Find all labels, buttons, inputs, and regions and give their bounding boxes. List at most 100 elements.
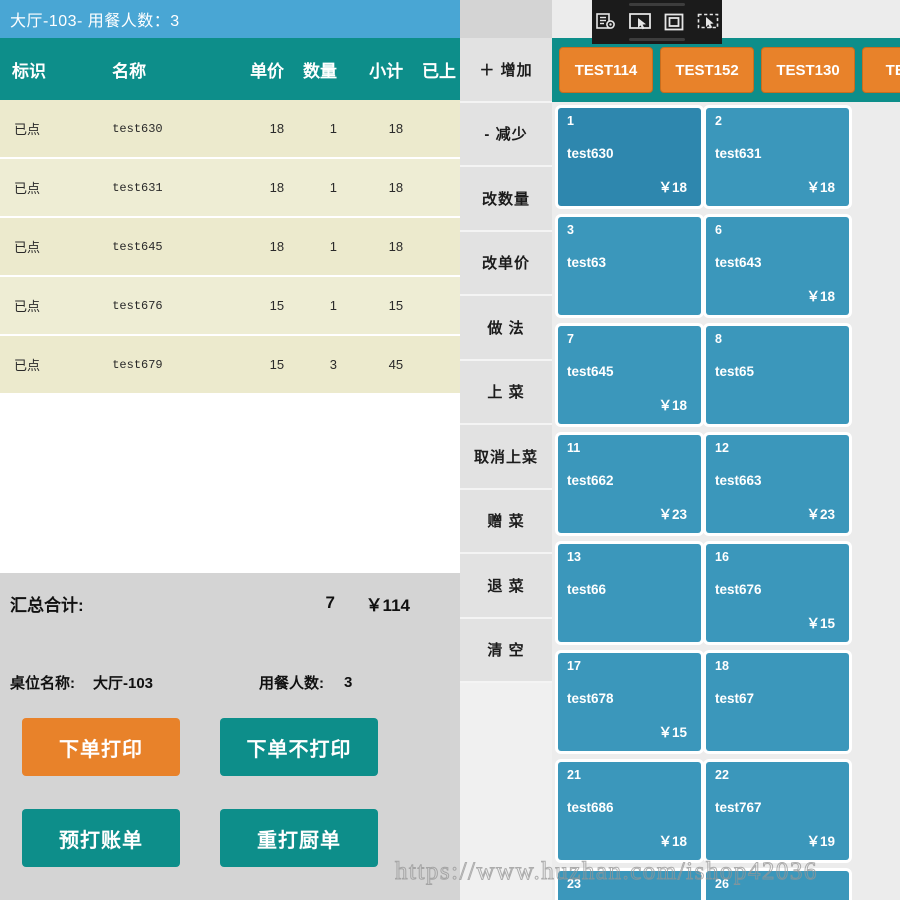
window-title-bar: 大厅-103- 用餐人数：3 xyxy=(0,0,460,38)
capture-region-icon[interactable] xyxy=(627,10,653,34)
op-button-5[interactable]: 上 菜 xyxy=(460,360,552,425)
dish-name: test66 xyxy=(567,582,607,597)
dish-name: test645 xyxy=(567,364,614,379)
dish-card[interactable]: 3 test63 xyxy=(558,217,701,315)
dish-number: 23 xyxy=(567,877,581,891)
op-button-7[interactable]: 赠 菜 xyxy=(460,489,552,554)
column-header-price: 单价 xyxy=(250,61,285,81)
table-row[interactable]: 已点 test676 15 1 15 xyxy=(0,277,460,336)
capture-window-icon[interactable] xyxy=(661,10,687,34)
order-print-button[interactable]: 下单打印 xyxy=(22,718,180,776)
dish-price: ￥23 xyxy=(658,507,687,522)
op-button-2[interactable]: 改数量 xyxy=(460,167,552,232)
dish-name: test662 xyxy=(567,473,614,488)
op-button-4[interactable]: 做 法 xyxy=(460,296,552,361)
cell-status: 已点 xyxy=(14,358,41,373)
dish-name: test686 xyxy=(567,800,614,815)
order-no-print-button[interactable]: 下单不打印 xyxy=(220,718,378,776)
cell-qty: 1 xyxy=(329,121,337,136)
summary-total-row: 汇总合计: 7 ￥114 xyxy=(0,583,460,623)
op-button-3[interactable]: 改单价 xyxy=(460,231,552,296)
cell-name: test679 xyxy=(112,357,163,372)
table-row[interactable]: 已点 test645 18 1 18 xyxy=(0,218,460,277)
dish-card[interactable]: 13 test66 xyxy=(558,544,701,642)
dish-card[interactable]: 6 test643 ￥18 xyxy=(706,217,849,315)
dish-number: 1 xyxy=(567,114,574,128)
op-button-8[interactable]: 退 菜 xyxy=(460,554,552,619)
category-tab-3[interactable]: TEST1 xyxy=(862,47,900,93)
cell-price: 15 xyxy=(269,298,285,313)
table-row[interactable]: 已点 test630 18 1 18 xyxy=(0,100,460,159)
pre-bill-button[interactable]: 预打账单 xyxy=(22,809,180,867)
dish-number: 21 xyxy=(567,768,581,782)
action-buttons-row-2: 预打账单 重打厨单 xyxy=(0,809,460,867)
cell-subtotal: 18 xyxy=(388,121,404,136)
cell-subtotal: 45 xyxy=(388,357,404,372)
column-header-status: 标识 xyxy=(12,61,46,81)
left-panel: 大厅-103- 用餐人数：3 标识 名称 单价 数量 小计 已上 已点 test6… xyxy=(0,0,460,900)
dish-price: ￥15 xyxy=(658,725,687,740)
pos-order-screen: 大厅-103- 用餐人数：3 标识 名称 单价 数量 小计 已上 已点 test6… xyxy=(0,0,900,900)
category-tab-2[interactable]: TEST130 xyxy=(761,47,855,93)
dish-price: ￥15 xyxy=(806,616,835,631)
dish-name: test678 xyxy=(567,691,614,706)
dish-number: 16 xyxy=(715,550,729,564)
dish-card[interactable]: 26test608￥23 xyxy=(706,871,849,900)
menu-panel: TEST114TEST152TEST130TEST1 1 test630 ￥18 2 t… xyxy=(552,0,900,900)
op-button-6[interactable]: 取消上菜 xyxy=(460,425,552,490)
dish-card[interactable]: 16 test676 ￥15 xyxy=(706,544,849,642)
dish-card[interactable]: 22 test767 ￥19 xyxy=(706,762,849,860)
dish-card[interactable]: 21 test686 ￥18 xyxy=(558,762,701,860)
dish-card[interactable]: 12 test663 ￥23 xyxy=(706,435,849,533)
cell-name: test645 xyxy=(112,239,163,254)
action-buttons: 下单打印 下单不打印 预打账单 重打厨单 xyxy=(0,718,460,900)
dish-number: 22 xyxy=(715,768,729,782)
column-header-qty: 数量 xyxy=(302,61,337,81)
dish-number: 8 xyxy=(715,332,722,346)
dish-name: test63 xyxy=(567,255,607,270)
capture-scroll-icon[interactable] xyxy=(695,10,721,34)
table-row[interactable]: 已点 test679 15 3 45 xyxy=(0,336,460,395)
dish-card[interactable]: 7 test645 ￥18 xyxy=(558,326,701,424)
dish-scroll-area[interactable]: 1 test630 ￥18 2 test631 ￥18 3 test63 6 test643 ￥18… xyxy=(552,102,900,900)
people-count-value: 3 xyxy=(344,673,353,691)
dish-grid: 1 test630 ￥18 2 test631 ￥18 3 test63 6 test643 ￥18… xyxy=(552,102,900,900)
cell-subtotal: 18 xyxy=(388,180,404,195)
dish-card[interactable]: 1 test630 ￥18 xyxy=(558,108,701,206)
op-button-0[interactable]: ＋ 增加 xyxy=(460,38,552,103)
dish-card[interactable]: 18 test67 xyxy=(706,653,849,751)
dish-name: test630 xyxy=(567,146,614,161)
dish-card[interactable]: 8 test65 xyxy=(706,326,849,424)
cell-qty: 1 xyxy=(329,239,337,254)
table-row[interactable]: 已点 test631 18 1 18 xyxy=(0,159,460,218)
summary-total-amount: ￥114 xyxy=(365,595,410,615)
dish-name: test767 xyxy=(715,800,762,815)
cell-qty: 3 xyxy=(329,357,337,372)
category-tab-0[interactable]: TEST114 xyxy=(559,47,653,93)
cell-price: 18 xyxy=(269,121,285,136)
dish-card[interactable]: 11 test662 ￥23 xyxy=(558,435,701,533)
operations-list: ＋ 增加 - 减少 改数量 改单价做 法上 菜取消上菜赠 菜退 菜清 空 xyxy=(460,38,552,683)
dish-number: 18 xyxy=(715,659,729,673)
reprint-kitchen-button[interactable]: 重打厨单 xyxy=(220,809,378,867)
cell-status: 已点 xyxy=(14,122,41,137)
dish-price: ￥18 xyxy=(658,180,687,195)
category-tab-1[interactable]: TEST152 xyxy=(660,47,754,93)
op-button-1[interactable]: - 减少 xyxy=(460,102,552,167)
column-header-subtotal: 小计 xyxy=(369,61,404,81)
dish-number: 2 xyxy=(715,114,722,128)
dish-number: 26 xyxy=(715,877,729,891)
screen-capture-toolbar xyxy=(592,0,722,44)
dish-card[interactable]: 17 test678 ￥15 xyxy=(558,653,701,751)
dish-price: ￥18 xyxy=(806,289,835,304)
dish-name: test67 xyxy=(715,691,755,706)
dish-card[interactable]: 23test76 xyxy=(558,871,701,900)
dish-card[interactable]: 2 test631 ￥18 xyxy=(706,108,849,206)
cell-status: 已点 xyxy=(14,299,41,314)
op-button-9[interactable]: 清 空 xyxy=(460,618,552,683)
summary-total-label: 汇总合计: xyxy=(10,595,84,615)
summary-total-qty: 7 xyxy=(325,593,335,612)
category-tabs: TEST114TEST152TEST130TEST1 xyxy=(552,47,900,93)
capture-settings-icon[interactable] xyxy=(593,10,619,34)
cell-name: test631 xyxy=(112,180,163,195)
